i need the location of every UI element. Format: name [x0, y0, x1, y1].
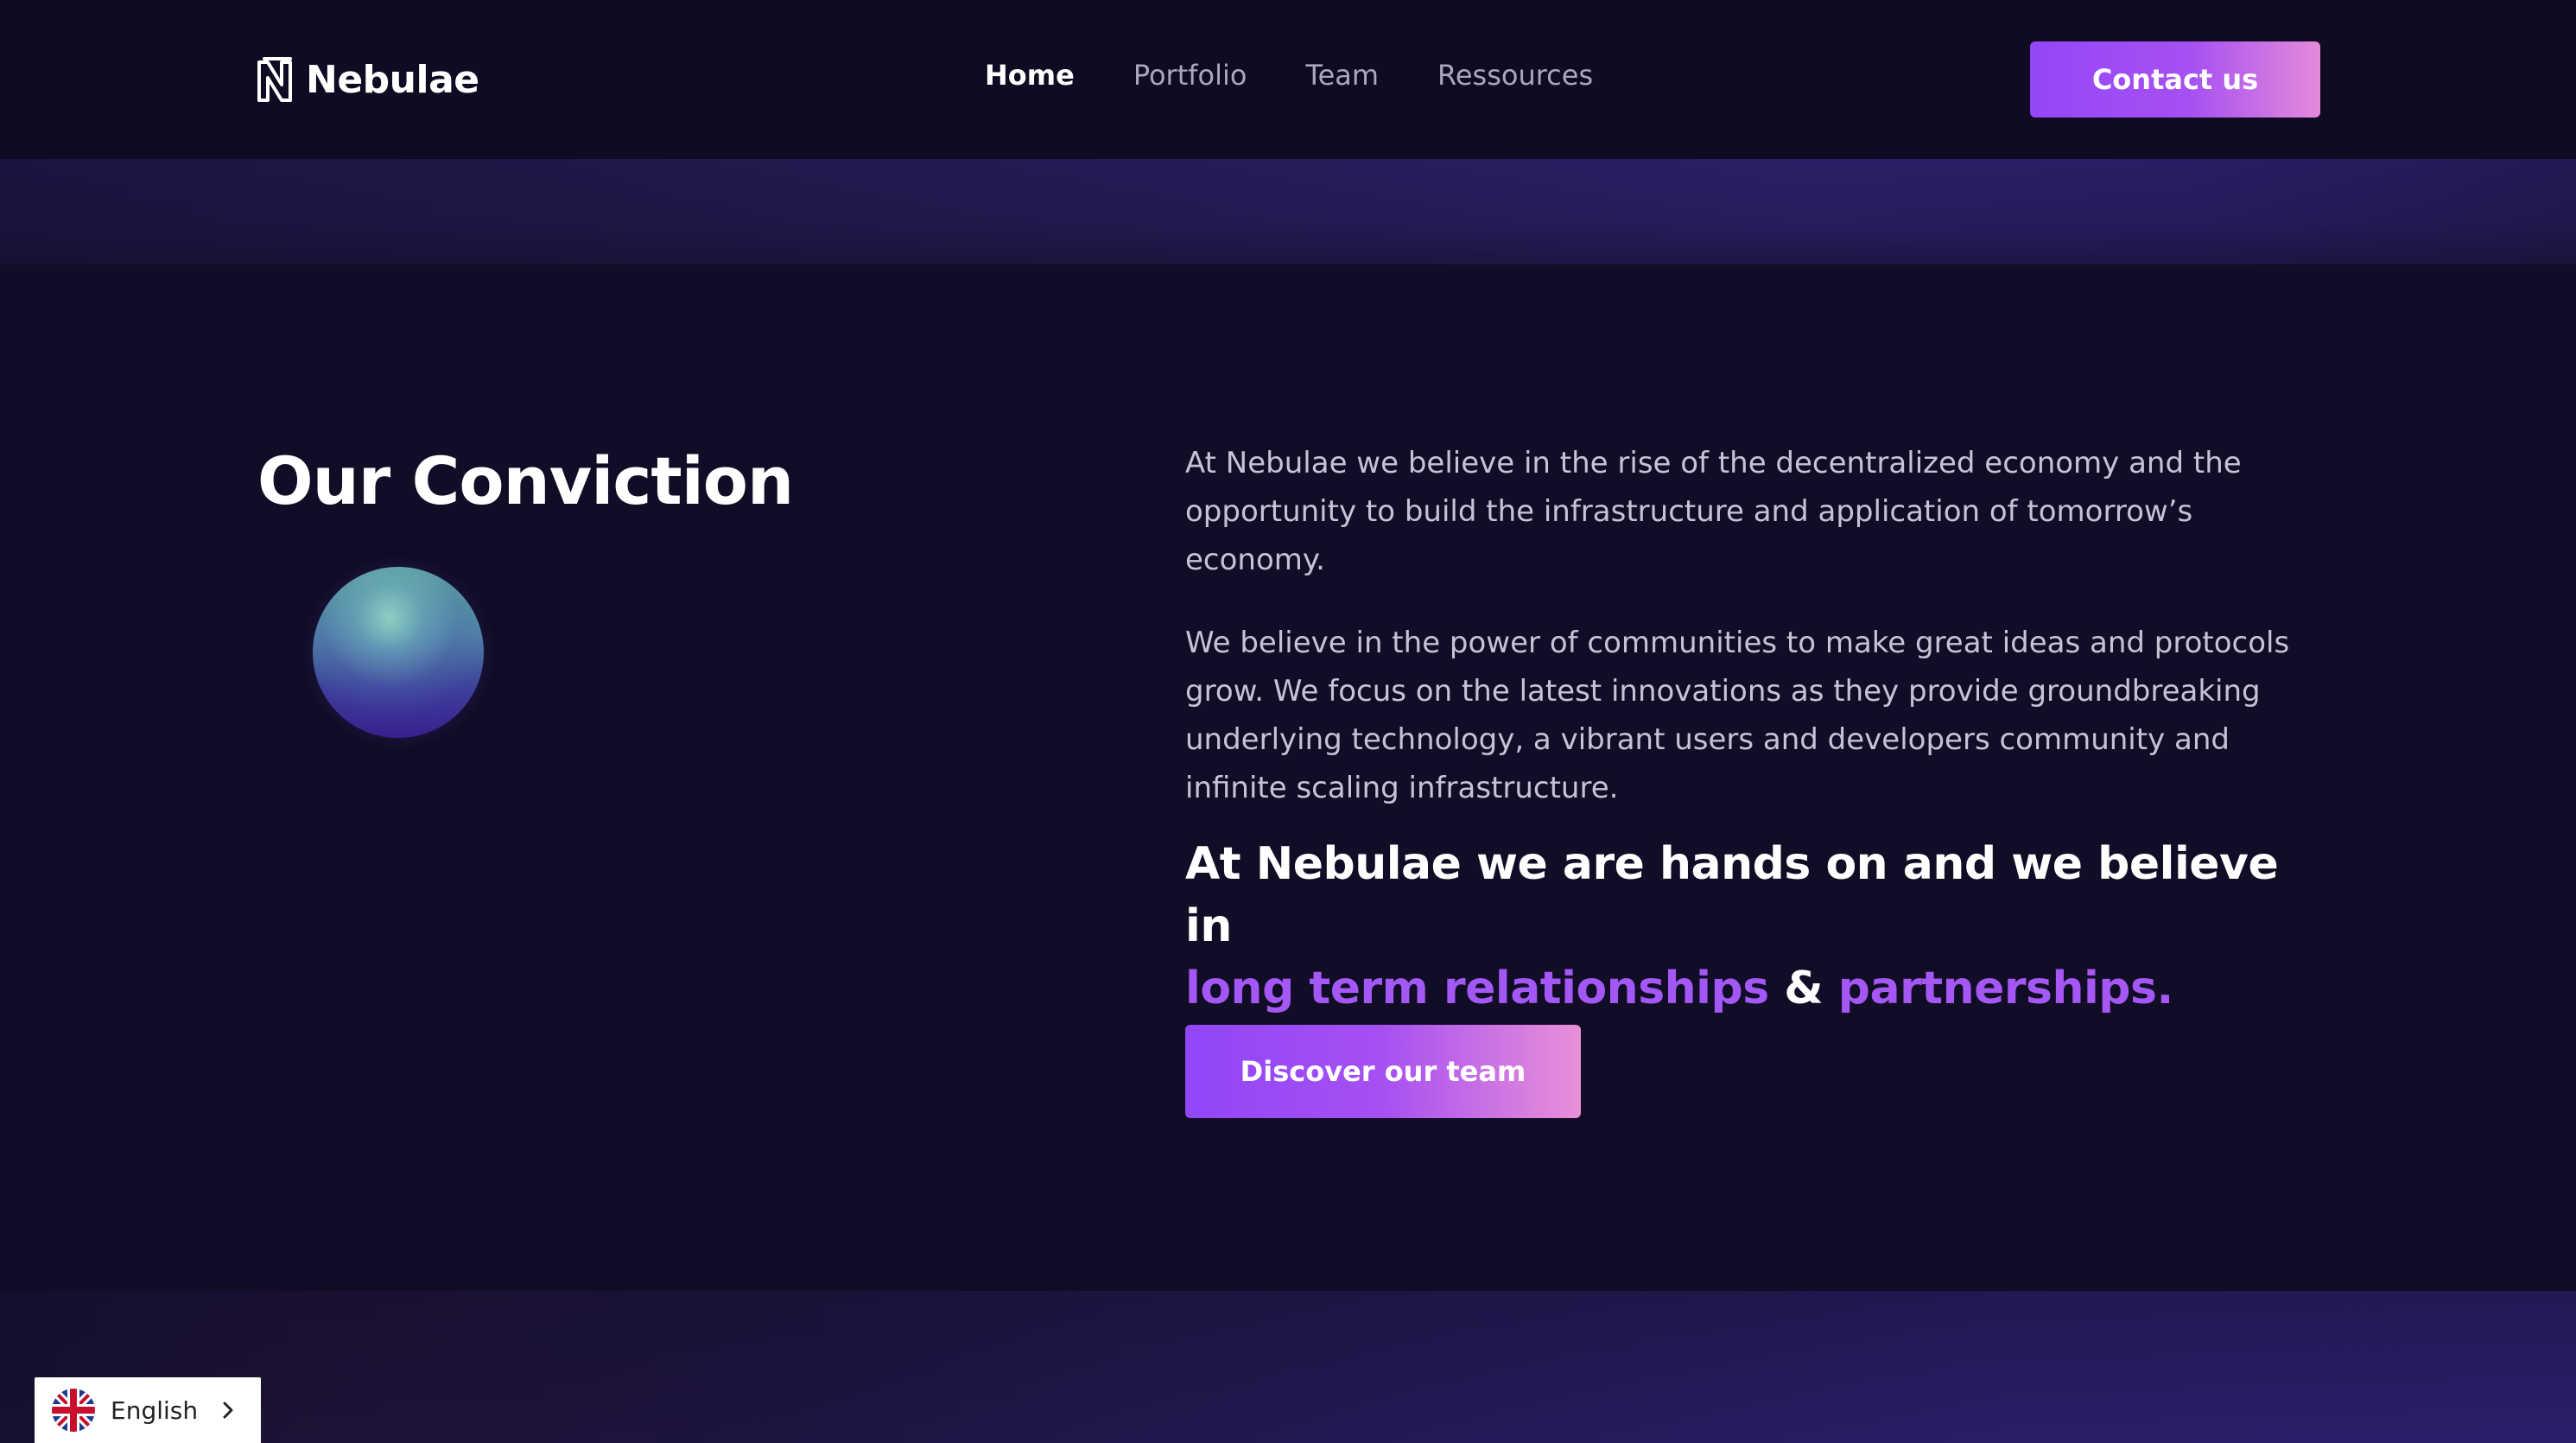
site-header: Nebulae Home Portfolio Team Ressources C…: [0, 0, 2576, 159]
bottom-glow-band: [0, 1291, 2576, 1443]
statement-connector: &: [1784, 963, 1824, 1014]
language-switcher[interactable]: English: [35, 1377, 261, 1443]
brand[interactable]: Nebulae: [256, 55, 479, 104]
statement-lead: At Nebulae we are hands on and we believ…: [1185, 838, 2279, 952]
paragraph-2: We believe in the power of communities t…: [1185, 626, 2290, 805]
nebulae-logo-icon: [257, 57, 292, 102]
main-nav: Home Portfolio Team Ressources: [985, 59, 1593, 92]
nav-team[interactable]: Team: [1305, 59, 1379, 92]
top-glow-band: [0, 159, 2576, 264]
contact-us-button[interactable]: Contact us: [2030, 41, 2320, 118]
uk-flag-icon: [52, 1389, 95, 1432]
nav-home[interactable]: Home: [985, 59, 1075, 92]
statement-highlight-partnerships: partnerships.: [1837, 963, 2173, 1014]
paragraph-1: At Nebulae we believe in the rise of the…: [1185, 446, 2242, 577]
section-title: Our Conviction: [257, 442, 794, 519]
chevron-right-icon: [223, 1402, 233, 1419]
conviction-copy: At Nebulae we believe in the rise of the…: [1185, 439, 2325, 847]
statement-heading: At Nebulae we are hands on and we believ…: [1185, 833, 2325, 1020]
statement-highlight-relationships: long term relationships: [1185, 963, 1769, 1014]
gradient-orb-illustration: [313, 567, 484, 738]
brand-name: Nebulae: [306, 57, 479, 102]
nav-ressources[interactable]: Ressources: [1437, 59, 1593, 92]
discover-team-button[interactable]: Discover our team: [1185, 1025, 1581, 1118]
language-label: English: [111, 1395, 199, 1425]
page: Nebulae Home Portfolio Team Ressources C…: [0, 0, 2576, 1443]
nav-portfolio[interactable]: Portfolio: [1133, 59, 1247, 92]
